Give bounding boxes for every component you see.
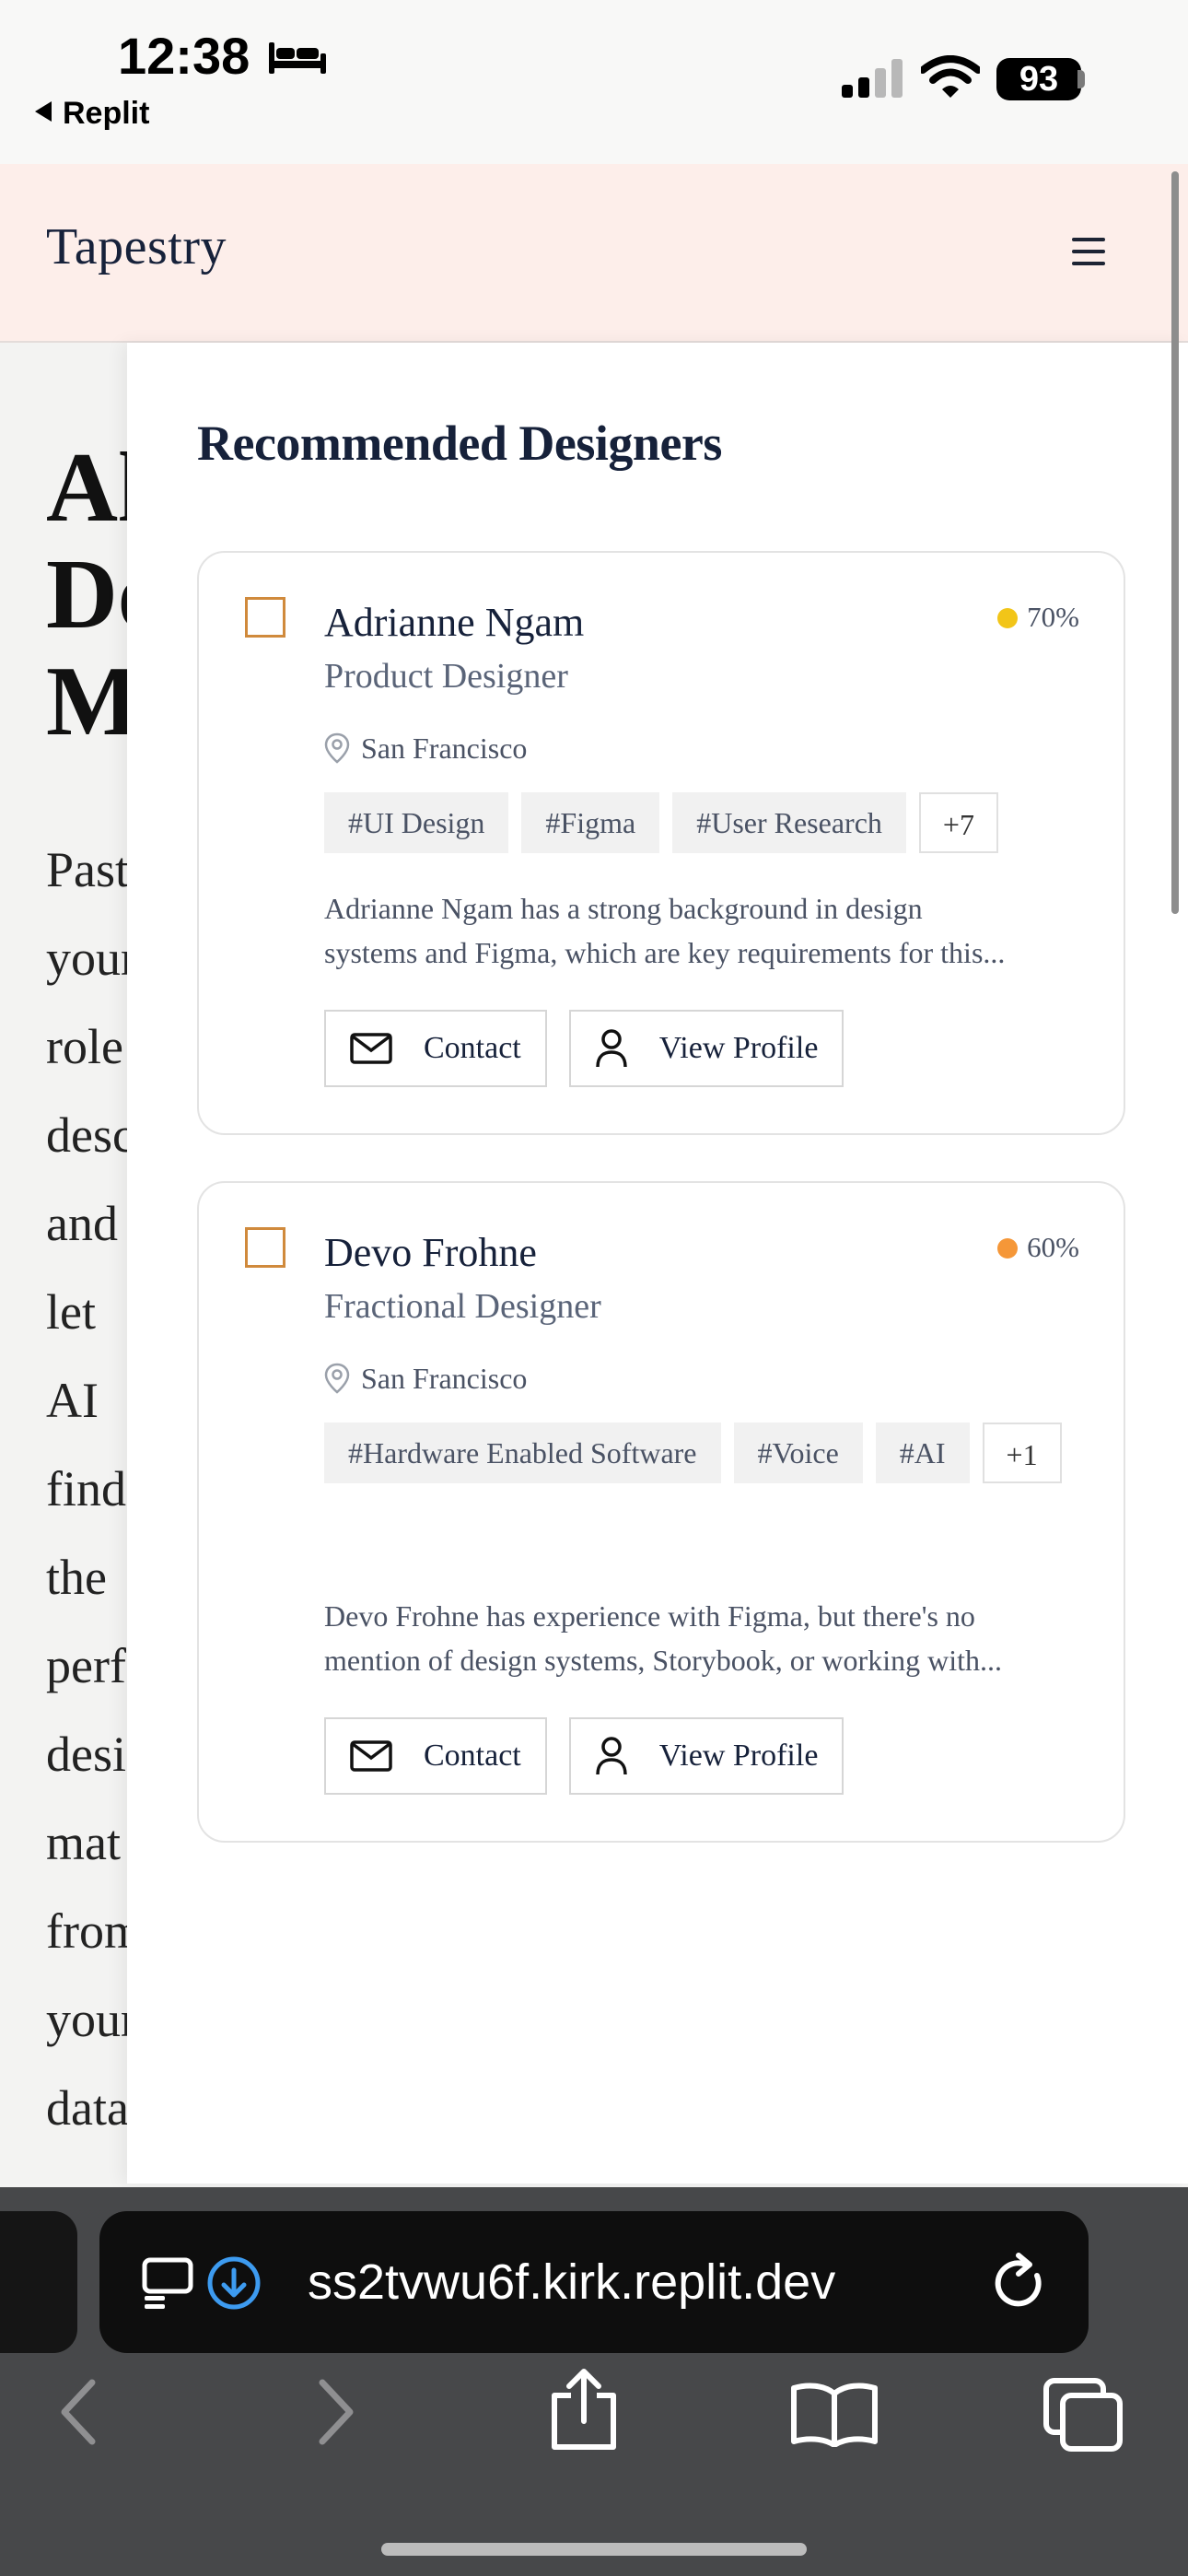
designer-card: Devo Frohne Fractional Designer 60% San …: [197, 1181, 1125, 1843]
skill-tag: #UI Design: [324, 792, 509, 853]
map-pin-icon: [324, 732, 350, 764]
status-time: 12:38: [118, 27, 250, 85]
description-line: Adrianne Ngam has a strong background in…: [324, 892, 923, 925]
reload-icon[interactable]: [991, 2252, 1048, 2313]
match-description: Devo Frohne has experience with Figma, b…: [324, 1594, 1089, 1682]
view-profile-button[interactable]: View Profile: [568, 1010, 844, 1087]
match-score-value: 70%: [1027, 601, 1079, 633]
reader-icon[interactable]: [142, 2257, 195, 2309]
designer-role: Fractional Designer: [324, 1287, 601, 1326]
skill-tag: #Hardware Enabled Software: [324, 1423, 721, 1483]
designer-role: Product Designer: [324, 657, 568, 696]
app-header: Tapestry: [0, 164, 1188, 343]
mail-icon: [350, 1033, 392, 1064]
skill-tags: #Hardware Enabled Software #Voice #AI +1: [324, 1423, 1098, 1483]
user-icon: [596, 1737, 627, 1775]
location-text: San Francisco: [361, 1362, 528, 1395]
match-score: 60%: [997, 1231, 1079, 1264]
forward-icon[interactable]: [313, 2377, 357, 2447]
signal-icon: [842, 59, 903, 98]
description-line: mention of design systems, Storybook, or…: [324, 1644, 1002, 1677]
designer-name: Devo Frohne: [324, 1230, 537, 1275]
skill-tag: #Voice: [733, 1423, 863, 1483]
description-line: systems and Figma, which are key require…: [324, 936, 1006, 969]
tabs-icon[interactable]: [1042, 2377, 1124, 2453]
skill-tags: #UI Design #Figma #User Research +7: [324, 792, 1098, 853]
contact-button[interactable]: Contact: [324, 1010, 547, 1087]
location-text: San Francisco: [361, 732, 528, 765]
previous-tab-peek[interactable]: [0, 2211, 77, 2353]
view-profile-label: View Profile: [658, 1031, 819, 1065]
battery-icon: 93: [996, 58, 1081, 100]
back-app-label: Replit: [63, 96, 150, 131]
share-icon[interactable]: [547, 2368, 621, 2453]
scrollbar-thumb[interactable]: [1171, 171, 1179, 914]
skill-tag: #User Research: [672, 792, 906, 853]
user-icon: [596, 1029, 627, 1068]
browser-toolbar: ss2tvwu6f.kirk.replit.dev: [0, 2187, 1188, 2576]
bed-icon: [269, 42, 326, 74]
match-description: Adrianne Ngam has a strong background in…: [324, 886, 1089, 975]
designer-location: San Francisco: [324, 732, 527, 766]
panel-title: Recommended Designers: [197, 416, 722, 471]
contact-button[interactable]: Contact: [324, 1717, 547, 1795]
view-profile-button[interactable]: View Profile: [568, 1717, 844, 1795]
designer-name: Adrianne Ngam: [324, 600, 585, 645]
address-bar[interactable]: ss2tvwu6f.kirk.replit.dev: [99, 2211, 1089, 2353]
back-triangle-icon: [35, 101, 52, 122]
view-profile-label: View Profile: [658, 1739, 819, 1773]
description-line: Devo Frohne has experience with Figma, b…: [324, 1599, 975, 1633]
select-checkbox[interactable]: [245, 597, 285, 638]
match-score: 70%: [997, 601, 1079, 634]
battery-tip: [1077, 70, 1085, 88]
status-bar: 12:38 Replit 93: [0, 0, 1188, 164]
download-icon[interactable]: [206, 2255, 262, 2311]
url-text[interactable]: ss2tvwu6f.kirk.replit.dev: [308, 2254, 835, 2311]
recommended-designers-panel: Recommended Designers Adrianne Ngam Prod…: [127, 171, 1188, 2184]
card-actions: Contact View Profile: [324, 1717, 844, 1795]
select-checkbox[interactable]: [245, 1227, 285, 1268]
score-dot-icon: [997, 1238, 1019, 1259]
contact-label: Contact: [424, 1739, 521, 1773]
brand-logo[interactable]: Tapestry: [46, 217, 227, 276]
map-pin-icon: [324, 1363, 350, 1394]
match-score-value: 60%: [1027, 1231, 1079, 1263]
score-dot-icon: [997, 608, 1019, 628]
more-tags-button[interactable]: +7: [918, 792, 998, 853]
wifi-icon: [921, 55, 980, 98]
back-to-app-link[interactable]: Replit: [35, 96, 149, 132]
mail-icon: [350, 1740, 392, 1772]
more-tags-button[interactable]: +1: [982, 1423, 1062, 1483]
bookmarks-icon[interactable]: [790, 2381, 879, 2447]
skill-tag: #AI: [875, 1423, 970, 1483]
hamburger-menu-icon[interactable]: [1072, 238, 1105, 267]
card-actions: Contact View Profile: [324, 1010, 844, 1087]
designer-card: Adrianne Ngam Product Designer 70% San F…: [197, 551, 1125, 1135]
skill-tag: #Figma: [521, 792, 660, 853]
contact-label: Contact: [424, 1031, 521, 1065]
back-icon[interactable]: [57, 2377, 101, 2447]
home-indicator[interactable]: [381, 2543, 807, 2556]
designer-location: San Francisco: [324, 1362, 527, 1396]
